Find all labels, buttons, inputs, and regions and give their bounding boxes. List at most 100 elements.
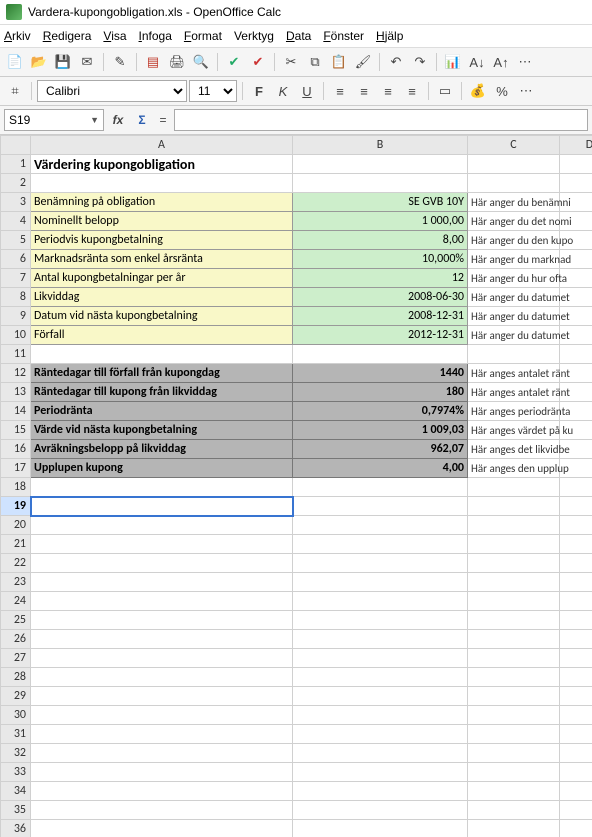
cell[interactable]: Här anger du marknad [468, 250, 560, 269]
paste-button[interactable]: 📋 [328, 51, 350, 73]
row-header[interactable]: 1 [1, 155, 31, 174]
cell[interactable]: 0,7974% [293, 402, 468, 421]
cell[interactable] [468, 497, 560, 516]
font-name-select[interactable]: Calibri [37, 80, 187, 102]
autospell-button[interactable]: ✔ [247, 51, 269, 73]
cell[interactable] [31, 174, 293, 193]
col-header-d[interactable]: D [560, 136, 592, 155]
cell[interactable]: Här anges antalet ränt [468, 383, 560, 402]
cell[interactable] [293, 744, 468, 763]
spellcheck-button[interactable]: ✔ [223, 51, 245, 73]
cell[interactable] [560, 155, 592, 174]
cell[interactable] [560, 649, 592, 668]
align-justify-button[interactable]: ≡ [401, 80, 423, 102]
cell[interactable] [31, 497, 293, 516]
cell[interactable]: 180 [293, 383, 468, 402]
cell[interactable] [560, 782, 592, 801]
cell[interactable] [560, 744, 592, 763]
cell[interactable]: Räntedagar till förfall från kupongdag [31, 364, 293, 383]
cell[interactable]: 1 000,00 [293, 212, 468, 231]
cell[interactable] [560, 611, 592, 630]
cell[interactable]: 8,00 [293, 231, 468, 250]
cell[interactable]: Marknadsränta som enkel årsränta [31, 250, 293, 269]
row-header[interactable]: 31 [1, 725, 31, 744]
cell[interactable]: Här anges den upplup [468, 459, 560, 478]
col-header-c[interactable]: C [468, 136, 560, 155]
edit-mode-button[interactable]: ✎ [109, 51, 131, 73]
cell[interactable] [31, 782, 293, 801]
row-header[interactable]: 27 [1, 649, 31, 668]
sum-button[interactable]: Σ [132, 113, 152, 127]
row-header[interactable]: 17 [1, 459, 31, 478]
cell[interactable] [293, 174, 468, 193]
cell[interactable] [468, 801, 560, 820]
cell[interactable]: Här anges antalet ränt [468, 364, 560, 383]
cell[interactable] [468, 516, 560, 535]
chart-button[interactable]: 📊 [442, 51, 464, 73]
font-size-select[interactable]: 11 [189, 80, 237, 102]
col-header-b[interactable]: B [293, 136, 468, 155]
cell[interactable] [468, 782, 560, 801]
cell[interactable] [293, 687, 468, 706]
row-header[interactable]: 26 [1, 630, 31, 649]
percent-button[interactable]: % [491, 80, 513, 102]
cell[interactable] [560, 706, 592, 725]
row-header[interactable]: 5 [1, 231, 31, 250]
cell[interactable]: Här anger du det nomi [468, 212, 560, 231]
cell[interactable] [468, 725, 560, 744]
cell[interactable]: Upplupen kupong [31, 459, 293, 478]
preview-button[interactable]: 🔍 [190, 51, 212, 73]
row-header[interactable]: 21 [1, 535, 31, 554]
bold-button[interactable]: F [248, 80, 270, 102]
row-header[interactable]: 29 [1, 687, 31, 706]
cell[interactable] [31, 744, 293, 763]
cell[interactable] [31, 687, 293, 706]
row-header[interactable]: 35 [1, 801, 31, 820]
row-header[interactable]: 14 [1, 402, 31, 421]
cell[interactable]: 2008-06-30 [293, 288, 468, 307]
export-pdf-button[interactable]: ▤ [142, 51, 164, 73]
function-eq-button[interactable]: = [156, 113, 170, 127]
cell[interactable]: Räntedagar till kupong från likviddag [31, 383, 293, 402]
row-header[interactable]: 9 [1, 307, 31, 326]
cell[interactable] [31, 478, 293, 497]
cell[interactable] [468, 706, 560, 725]
cell[interactable] [31, 649, 293, 668]
cell[interactable] [560, 592, 592, 611]
italic-button[interactable]: K [272, 80, 294, 102]
row-header[interactable]: 28 [1, 668, 31, 687]
more-button[interactable]: ⋯ [514, 51, 536, 73]
cell[interactable] [31, 706, 293, 725]
cell[interactable] [293, 763, 468, 782]
cell[interactable] [468, 554, 560, 573]
email-button[interactable]: ✉ [76, 51, 98, 73]
cell[interactable]: Avräkningsbelopp på likviddag [31, 440, 293, 459]
cell[interactable]: 1 009,03 [293, 421, 468, 440]
menu-insert[interactable]: Infoga [139, 29, 172, 43]
merge-cells-button[interactable]: ▭ [434, 80, 456, 102]
cell[interactable]: Här anges värdet på ku [468, 421, 560, 440]
cell[interactable] [293, 649, 468, 668]
cell[interactable]: Här anges det likvidbe [468, 440, 560, 459]
cell[interactable] [560, 174, 592, 193]
save-button[interactable]: 💾 [52, 51, 74, 73]
undo-button[interactable]: ↶ [385, 51, 407, 73]
cell[interactable] [468, 478, 560, 497]
cell[interactable] [560, 516, 592, 535]
menu-file[interactable]: Arkiv [4, 29, 31, 43]
cell[interactable] [468, 668, 560, 687]
cell[interactable]: Värde vid nästa kupongbetalning [31, 421, 293, 440]
cell[interactable] [468, 345, 560, 364]
row-header[interactable]: 33 [1, 763, 31, 782]
cell[interactable] [31, 573, 293, 592]
cell[interactable] [293, 478, 468, 497]
cell[interactable] [293, 630, 468, 649]
cell[interactable] [293, 573, 468, 592]
cell[interactable]: Periodvis kupongbetalning [31, 231, 293, 250]
cell[interactable] [468, 592, 560, 611]
cell[interactable] [293, 801, 468, 820]
cell[interactable] [468, 630, 560, 649]
cell[interactable]: Likviddag [31, 288, 293, 307]
row-header[interactable]: 24 [1, 592, 31, 611]
cell[interactable] [560, 820, 592, 837]
